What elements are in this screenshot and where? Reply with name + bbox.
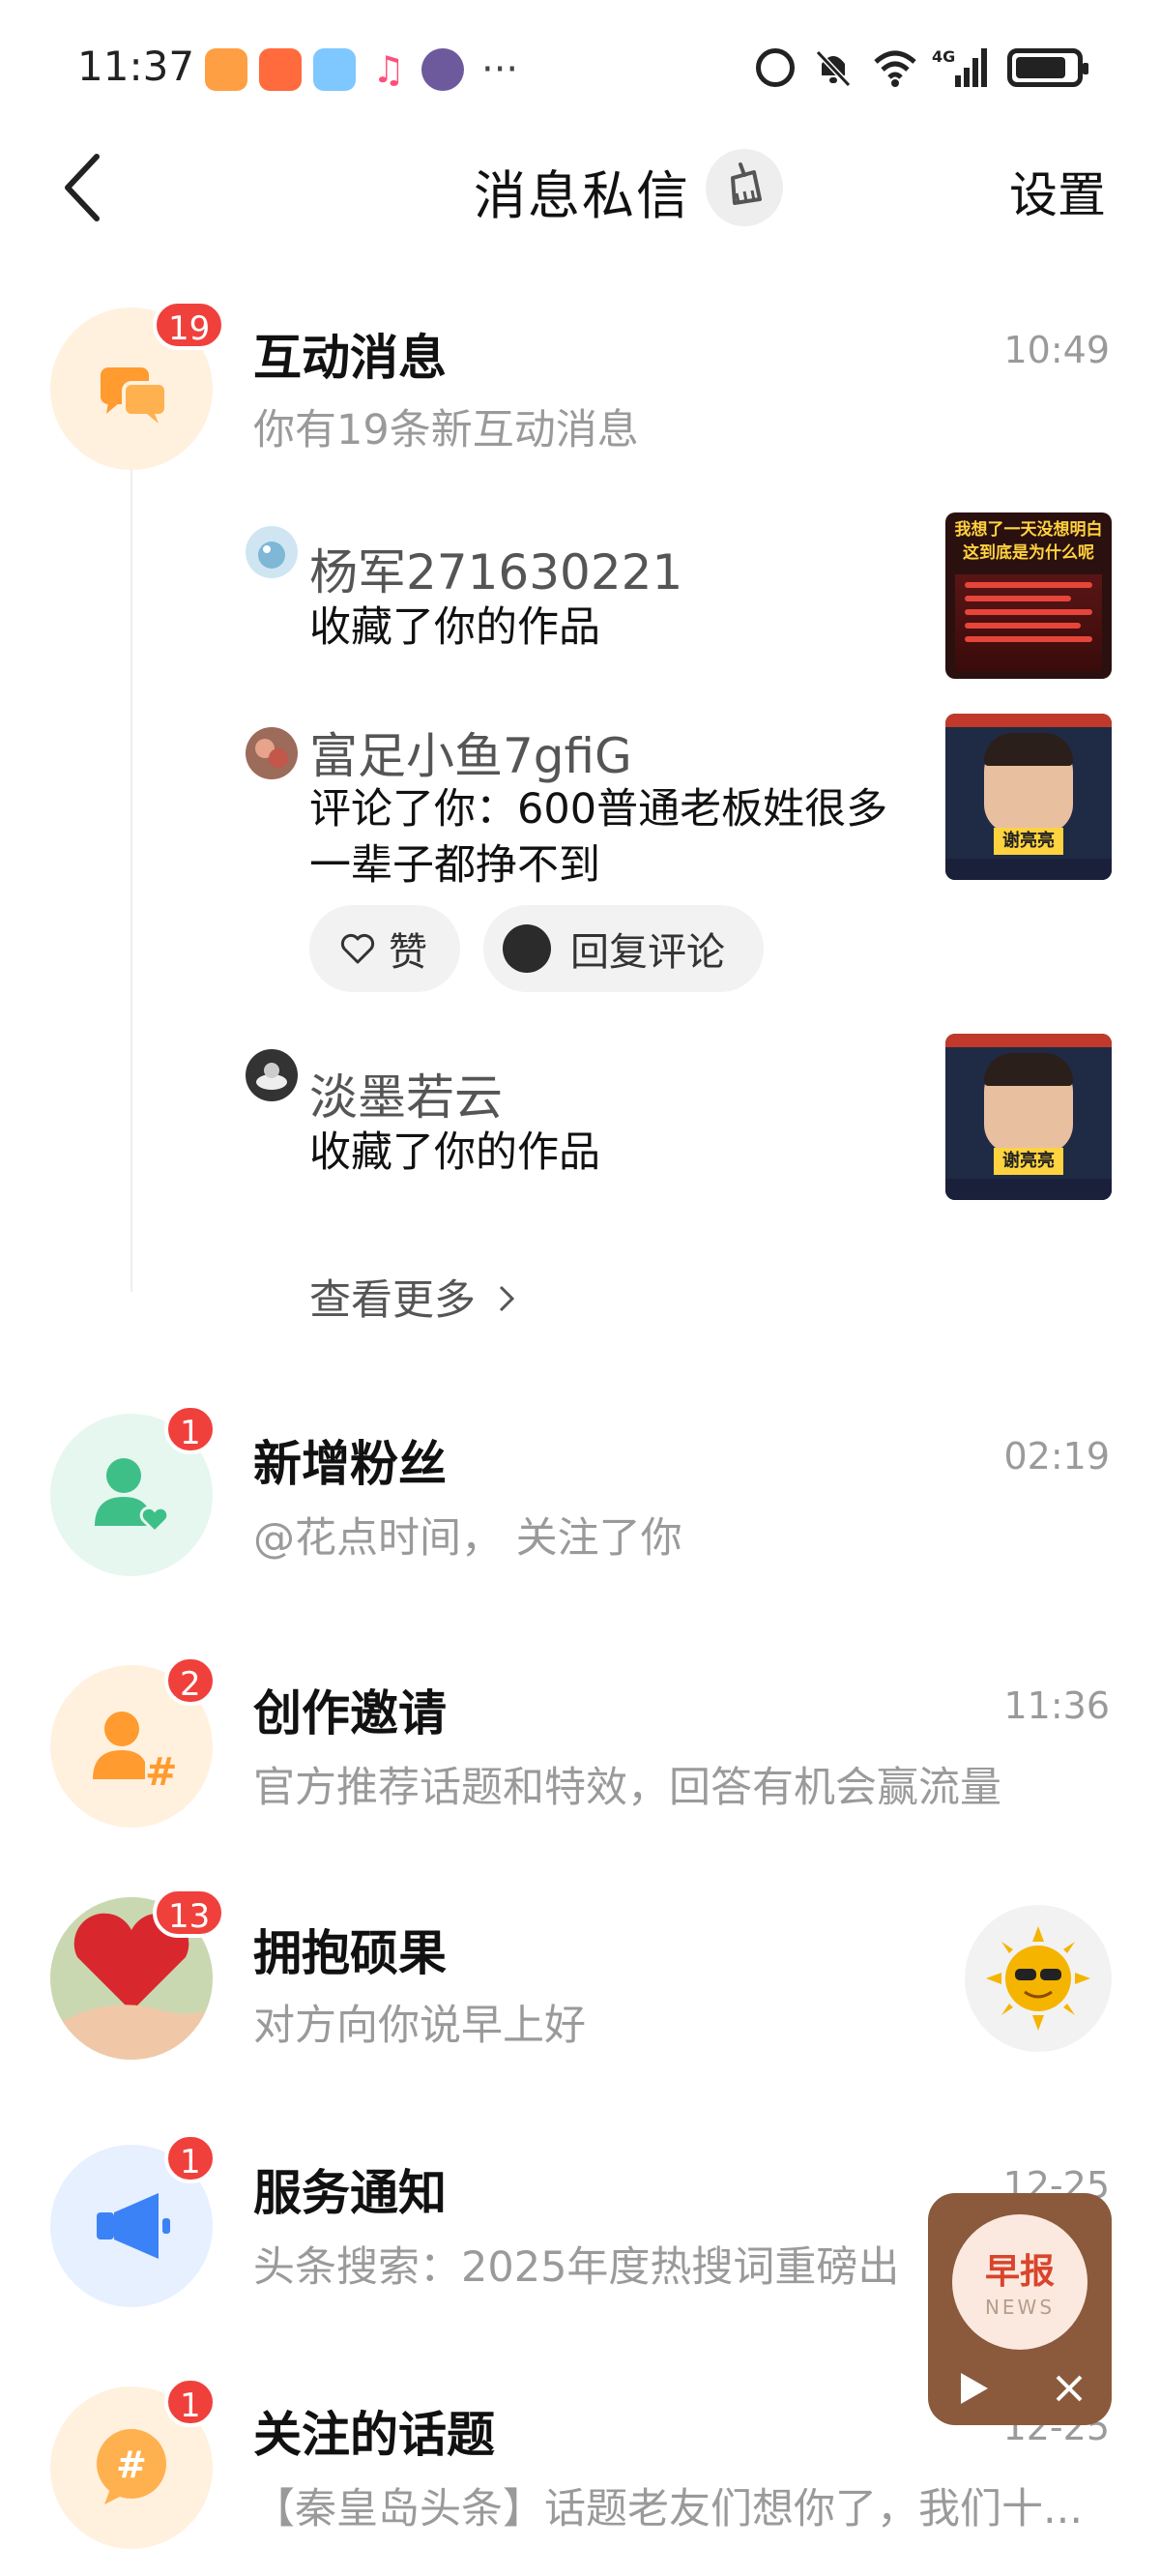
play-icon[interactable] <box>949 2365 996 2412</box>
alarm-icon <box>756 48 795 87</box>
message-title: 互动消息 <box>253 330 447 386</box>
sun-sunglasses-icon <box>986 1926 1090 2031</box>
user-avatar[interactable] <box>246 1049 298 1101</box>
see-more-link[interactable]: 查看更多 <box>309 1267 516 1327</box>
nav-bar: 消息私信 设置 <box>0 135 1160 242</box>
message-title: 服务通知 <box>253 2165 447 2221</box>
battery-icon <box>1007 48 1088 87</box>
news-title: 早报 <box>984 2252 1055 2292</box>
user-name[interactable]: 富足小鱼7gfiG <box>309 717 632 787</box>
message-subtitle: 你有19条新互动消息 <box>253 406 639 454</box>
mute-icon <box>812 46 855 89</box>
like-label: 赞 <box>389 930 427 975</box>
unread-badge: 2 <box>164 1655 217 1706</box>
interaction-item[interactable]: 杨军271630221 收藏了你的作品 我想了一天没想明白 这到底是为什么呢 <box>0 512 1160 679</box>
app-music-icon: ♫ <box>371 48 406 91</box>
creation-invite-row[interactable]: # 2 创作邀请 11:36 官方推荐话题和特效，回答有机会赢流量 <box>0 1655 1160 1839</box>
message-title: 创作邀请 <box>253 1685 447 1742</box>
svg-text:#: # <box>116 2444 147 2486</box>
interaction-item[interactable]: 淡墨若云 收藏了你的作品 谢亮亮 <box>0 1030 1160 1204</box>
more-notifications-icon: ··· <box>481 47 519 92</box>
reply-comment-button[interactable]: 回复评论 <box>483 905 764 992</box>
work-thumbnail[interactable]: 谢亮亮 <box>945 1034 1112 1200</box>
unread-badge: 1 <box>164 1404 217 1454</box>
work-thumbnail[interactable]: 谢亮亮 <box>945 714 1112 880</box>
wifi-icon <box>872 46 916 89</box>
app-book-icon <box>313 48 356 91</box>
new-fans-row[interactable]: 1 新增粉丝 02:19 @花点时间， 关注了你 <box>0 1404 1160 1588</box>
heart-outline-icon <box>340 933 375 964</box>
like-button[interactable]: 赞 <box>309 905 460 992</box>
interaction-message-row[interactable]: 19 互动消息 10:49 你有19条新互动消息 <box>0 300 1160 493</box>
close-icon[interactable] <box>1048 2367 1090 2410</box>
message-subtitle: 对方向你说早上好 <box>253 2002 586 2050</box>
user-avatar[interactable] <box>246 727 298 779</box>
clear-unread-button[interactable] <box>706 149 783 226</box>
back-icon[interactable] <box>54 149 112 226</box>
unread-badge: 19 <box>153 300 226 350</box>
morning-news-widget[interactable]: 早报 NEWS <box>928 2193 1112 2425</box>
thumbnail-text: 这到底是为什么呢 <box>963 543 1094 563</box>
thumbnail-caption: 谢亮亮 <box>994 1148 1063 1175</box>
svg-text:#: # <box>145 1750 178 1795</box>
app-video-icon <box>421 48 464 91</box>
chevron-right-icon <box>497 1276 516 1325</box>
notification-app-icons: ♫ ··· <box>205 48 518 91</box>
thumbnail-graphic <box>955 574 1102 671</box>
thumbnail-banner <box>945 1034 1112 1047</box>
message-time: 10:49 <box>1003 329 1110 371</box>
user-avatar[interactable] <box>246 526 298 578</box>
broom-icon <box>731 162 762 205</box>
message-subtitle: 【秦皇岛头条】话题老友们想你了，我们十... <box>253 2485 1084 2533</box>
thumbnail-text: 我想了一天没想明白 <box>954 520 1103 540</box>
message-time: 02:19 <box>1003 1435 1110 1478</box>
thumbnail-footer <box>945 1179 1112 1200</box>
message-subtitle: 官方推荐话题和特效，回答有机会赢流量 <box>253 1764 1001 1812</box>
unread-badge: 1 <box>164 2377 217 2427</box>
news-logo[interactable]: 早报 NEWS <box>952 2214 1088 2350</box>
user-name[interactable]: 淡墨若云 <box>309 1059 503 1128</box>
settings-button[interactable]: 设置 <box>1009 157 1106 226</box>
message-time: 11:36 <box>1003 1684 1110 1727</box>
interaction-text: 收藏了你的作品 <box>309 1128 600 1177</box>
thumbnail-footer <box>945 859 1112 880</box>
signal-icon: 4G <box>932 46 990 89</box>
interaction-text: 收藏了你的作品 <box>309 603 600 652</box>
status-time: 11:37 <box>77 43 195 90</box>
work-thumbnail[interactable]: 我想了一天没想明白 这到底是为什么呢 <box>945 512 1112 679</box>
news-subtitle: NEWS <box>984 2296 1056 2319</box>
sun-sticker <box>965 1905 1112 2052</box>
see-more-label: 查看更多 <box>309 1276 476 1325</box>
comment-text: 评论了你：600普通老板姓很多一辈子都挣不到 <box>309 785 888 890</box>
status-bar: 11:37 ♫ ··· 4G <box>0 0 1160 135</box>
my-avatar <box>503 924 551 973</box>
system-icons: 4G <box>756 46 1088 89</box>
battery-level <box>1016 57 1065 78</box>
thumbnail-face <box>984 733 1073 834</box>
reply-label: 回复评论 <box>570 930 725 975</box>
app-game-icon <box>259 48 302 91</box>
message-subtitle: 头条搜索：2025年度热搜词重磅出 <box>253 2243 900 2292</box>
app-heart-icon <box>205 48 247 91</box>
user-name[interactable]: 杨军271630221 <box>309 534 682 603</box>
message-subtitle: @花点时间， 关注了你 <box>253 1514 682 1563</box>
interaction-item[interactable]: 富足小鱼7gfiG 评论了你：600普通老板姓很多一辈子都挣不到 谢亮亮 赞 回… <box>0 714 1160 994</box>
thumbnail-caption: 谢亮亮 <box>994 828 1063 855</box>
page-title: 消息私信 <box>474 165 690 226</box>
message-title: 新增粉丝 <box>253 1436 447 1492</box>
unread-badge: 1 <box>164 2133 217 2183</box>
message-title: 关注的话题 <box>253 2407 495 2463</box>
thumbnail-face <box>984 1053 1073 1154</box>
unread-badge: 13 <box>153 1888 226 1938</box>
svg-text:4G: 4G <box>932 47 955 66</box>
thumbnail-banner <box>945 714 1112 727</box>
message-title: 拥抱硕果 <box>253 1925 447 1981</box>
